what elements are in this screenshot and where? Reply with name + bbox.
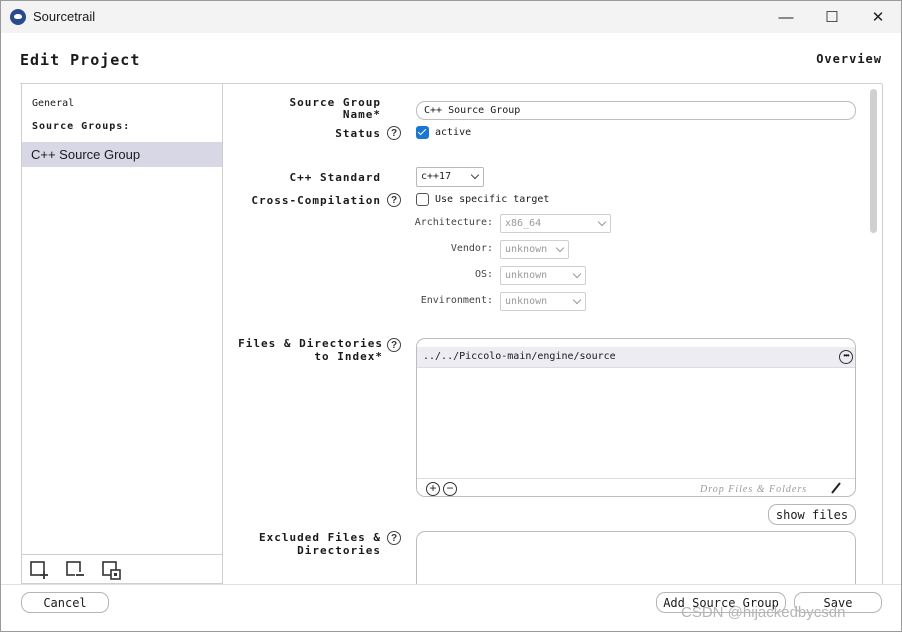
environment-value: unknown bbox=[505, 296, 548, 307]
architecture-dropdown[interactable]: x86_64 bbox=[500, 214, 611, 233]
remove-source-group-icon[interactable] bbox=[65, 560, 85, 580]
os-label: OS: bbox=[474, 269, 493, 280]
status-label: Status bbox=[335, 127, 381, 140]
files-to-index-label: Files & Directories to Index* bbox=[238, 337, 383, 363]
window-title: Sourcetrail bbox=[33, 9, 96, 24]
architecture-value: x86_64 bbox=[505, 218, 542, 229]
list-footer-divider bbox=[417, 478, 855, 479]
excluded-files-label: Excluded Files & Directories bbox=[259, 531, 381, 557]
vendor-dropdown[interactable]: unknown bbox=[500, 240, 569, 259]
active-checkbox-label: active bbox=[435, 127, 472, 138]
sidebar-divider bbox=[22, 554, 222, 555]
environment-dropdown[interactable]: unknown bbox=[500, 292, 586, 311]
excluded-files-list bbox=[416, 531, 856, 584]
vendor-value: unknown bbox=[505, 244, 548, 255]
list-item-path: ../../Piccolo-main/engine/source bbox=[423, 351, 616, 362]
close-button[interactable]: ✕ bbox=[855, 1, 901, 33]
source-group-name-label: Source Group Name* bbox=[289, 96, 381, 121]
environment-label: Environment: bbox=[420, 295, 493, 306]
status-help-icon[interactable]: ? bbox=[387, 126, 401, 140]
remove-path-icon[interactable]: − bbox=[443, 482, 457, 496]
files-to-index-list: ../../Piccolo-main/engine/source ••• + −… bbox=[416, 338, 856, 497]
excluded-files-help-icon[interactable]: ? bbox=[387, 531, 401, 545]
duplicate-source-group-icon[interactable] bbox=[101, 560, 121, 580]
sidebar-item-general[interactable]: General bbox=[32, 98, 74, 109]
chevron-down-icon bbox=[572, 295, 582, 305]
chevron-down-icon bbox=[555, 243, 565, 253]
cpp-standard-dropdown[interactable]: c++17 bbox=[416, 167, 484, 187]
edit-pencil-icon[interactable] bbox=[829, 481, 843, 495]
active-checkbox[interactable] bbox=[416, 126, 429, 139]
scrollbar-thumb[interactable] bbox=[870, 89, 877, 233]
page-title: Edit Project bbox=[20, 51, 141, 69]
list-item[interactable]: ../../Piccolo-main/engine/source bbox=[417, 347, 855, 368]
footer-divider bbox=[1, 584, 901, 585]
cpp-standard-value: c++17 bbox=[421, 171, 452, 182]
use-specific-target-label: Use specific target bbox=[435, 194, 550, 205]
files-to-index-help-icon[interactable]: ? bbox=[387, 338, 401, 352]
os-dropdown[interactable]: unknown bbox=[500, 266, 586, 285]
source-group-name-input[interactable]: C++ Source Group bbox=[416, 101, 856, 120]
maximize-button[interactable]: ☐ bbox=[809, 1, 855, 33]
use-specific-target-checkbox[interactable] bbox=[416, 193, 429, 206]
add-path-icon[interactable]: + bbox=[426, 482, 440, 496]
show-files-button[interactable]: show files bbox=[768, 504, 856, 525]
source-groups-heading: Source Groups: bbox=[32, 121, 131, 132]
sidebar: General Source Groups: C++ Source Group bbox=[21, 84, 223, 584]
drop-files-hint: Drop Files & Folders bbox=[700, 484, 808, 495]
overview-link[interactable]: Overview bbox=[816, 52, 882, 66]
minimize-button[interactable]: — bbox=[763, 1, 809, 33]
more-options-icon[interactable]: ••• bbox=[839, 350, 853, 364]
watermark-text: CSDN @hijackedbycsdn bbox=[681, 604, 846, 621]
cross-compilation-label: Cross-Compilation bbox=[251, 194, 381, 207]
sidebar-item-cpp-source-group[interactable]: C++ Source Group bbox=[22, 142, 222, 167]
os-value: unknown bbox=[505, 270, 548, 281]
cpp-standard-label: C++ Standard bbox=[289, 171, 381, 184]
sourcetrail-logo-icon bbox=[10, 9, 26, 25]
vendor-label: Vendor: bbox=[450, 243, 493, 254]
chevron-down-icon bbox=[572, 269, 582, 279]
chevron-down-icon bbox=[597, 217, 607, 227]
chevron-down-icon bbox=[470, 170, 480, 180]
add-source-group-icon[interactable] bbox=[29, 560, 49, 580]
architecture-label: Architecture: bbox=[414, 217, 493, 228]
cross-compilation-help-icon[interactable]: ? bbox=[387, 193, 401, 207]
cancel-button[interactable]: Cancel bbox=[21, 592, 109, 613]
